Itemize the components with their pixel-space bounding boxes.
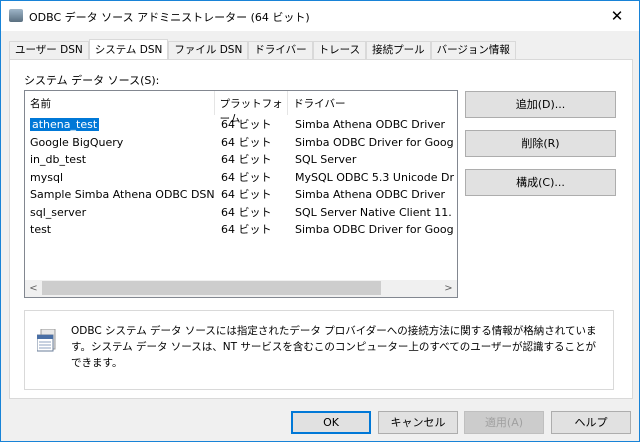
dsn-platform: 64 ビット	[216, 151, 290, 168]
column-header-platform[interactable]: プラットフォーム	[215, 91, 289, 125]
tab-system-dsn[interactable]: システム DSN	[88, 39, 169, 60]
tab-tracing[interactable]: トレース	[312, 41, 367, 60]
close-button[interactable]: ✕	[595, 1, 639, 31]
dsn-driver: Simba Athena ODBC Driver	[290, 186, 457, 203]
dsn-platform: 64 ビット	[216, 169, 290, 186]
dsn-name: mysql	[25, 169, 216, 186]
dsn-driver: Simba ODBC Driver for Goog	[290, 221, 457, 238]
list-header: 名前 プラットフォーム ドライバー	[25, 91, 457, 125]
dsn-driver-text: Simba Athena ODBC Driver	[295, 118, 446, 131]
data-source-icon	[37, 329, 56, 352]
dsn-driver-text: SQL Server	[295, 153, 357, 166]
dsn-driver: MySQL ODBC 5.3 Unicode Dr	[290, 169, 457, 186]
dsn-driver: SQL Server	[290, 151, 457, 168]
scroll-left-icon[interactable]: <	[25, 280, 42, 297]
dsn-platform: 64 ビット	[216, 221, 290, 238]
dsn-name-text: test	[30, 223, 52, 236]
dsn-name-text: Sample Simba Athena ODBC DSN	[30, 188, 215, 201]
add-button[interactable]: 追加(D)...	[465, 91, 616, 118]
remove-button[interactable]: 削除(R)	[465, 130, 616, 157]
dsn-name: test	[25, 221, 216, 238]
help-button[interactable]: ヘルプ	[551, 411, 631, 434]
scroll-right-icon[interactable]: >	[440, 280, 457, 297]
dsn-driver-text: MySQL ODBC 5.3 Unicode Dr	[295, 170, 455, 184]
dsn-name: sql_server	[25, 204, 216, 221]
info-box: ODBC システム データ ソースには指定されたデータ プロバイダーへの接続方法…	[24, 310, 614, 390]
horizontal-scrollbar[interactable]: < >	[25, 280, 457, 297]
dsn-platform-text: 64 ビット	[221, 205, 272, 219]
dsn-driver-text: SQL Server Native Client 11.	[295, 205, 452, 219]
dsn-platform: 64 ビット	[216, 204, 290, 221]
system-data-sources-label: システム データ ソース(S):	[24, 74, 160, 87]
info-text: ODBC システム データ ソースには指定されたデータ プロバイダーへの接続方法…	[71, 325, 597, 369]
dsn-row[interactable]: test 64 ビット Simba ODBC Driver for Goog	[25, 221, 457, 238]
dsn-driver-text: Simba ODBC Driver for Goog	[295, 135, 454, 149]
scrollbar-thumb[interactable]	[42, 281, 381, 295]
ok-button[interactable]: OK	[291, 411, 371, 434]
column-header-driver[interactable]: ドライバー	[288, 91, 457, 115]
tab-strip: ユーザー DSN システム DSN ファイル DSN ドライバー トレース 接続…	[9, 39, 516, 60]
dsn-platform-text: 64 ビット	[221, 170, 272, 184]
dsn-row[interactable]: sql_server 64 ビット SQL Server Native Client…	[25, 204, 457, 221]
column-header-name[interactable]: 名前	[25, 91, 215, 115]
dsn-platform: 64 ビット	[216, 134, 290, 151]
dsn-platform-text: 64 ビット	[221, 118, 272, 131]
dsn-platform-text: 64 ビット	[221, 188, 272, 201]
dsn-name: Sample Simba Athena ODBC DSN	[25, 186, 216, 203]
dsn-name-text: athena_test	[30, 118, 100, 131]
dsn-row[interactable]: Sample Simba Athena ODBC DSN 64 ビット Simba …	[25, 186, 457, 203]
dsn-platform-text: 64 ビット	[221, 153, 272, 166]
title-bar: ODBC データ ソース アドミニストレーター (64 ビット) ✕	[1, 1, 639, 31]
odbc-app-icon	[9, 9, 23, 22]
dsn-row[interactable]: Google BigQuery 64 ビット Simba ODBC Driver f…	[25, 134, 457, 151]
cancel-button[interactable]: キャンセル	[378, 411, 458, 434]
dsn-name: athena_test	[25, 116, 216, 133]
dsn-row[interactable]: athena_test 64 ビット Simba Athena ODBC Drive…	[25, 116, 457, 133]
dsn-driver-text: Simba ODBC Driver for Goog	[295, 223, 454, 236]
dsn-name-text: Google BigQuery	[30, 135, 124, 149]
dsn-platform-text: 64 ビット	[221, 135, 272, 149]
odbc-admin-window: ODBC データ ソース アドミニストレーター (64 ビット) ✕ ユーザー …	[0, 0, 640, 442]
dsn-driver: Simba Athena ODBC Driver	[290, 116, 457, 133]
dsn-platform: 64 ビット	[216, 186, 290, 203]
dsn-driver: Simba ODBC Driver for Goog	[290, 134, 457, 151]
dsn-row[interactable]: in_db_test 64 ビット SQL Server	[25, 151, 457, 168]
window-title: ODBC データ ソース アドミニストレーター (64 ビット)	[29, 11, 310, 24]
dsn-name: Google BigQuery	[25, 134, 216, 151]
tab-user-dsn[interactable]: ユーザー DSN	[9, 41, 89, 60]
dsn-name: in_db_test	[25, 151, 216, 168]
dsn-name-text: in_db_test	[30, 153, 87, 166]
dsn-row[interactable]: mysql 64 ビット MySQL ODBC 5.3 Unicode Dr	[25, 169, 457, 186]
apply-button: 適用(A)	[464, 411, 544, 434]
dsn-platform-text: 64 ビット	[221, 223, 272, 236]
tab-connection-pooling[interactable]: 接続プール	[366, 41, 431, 60]
dsn-driver: SQL Server Native Client 11.	[290, 204, 457, 221]
tab-drivers[interactable]: ドライバー	[248, 41, 313, 60]
dsn-platform: 64 ビット	[216, 116, 290, 133]
tab-about[interactable]: バージョン情報	[430, 41, 516, 60]
system-dsn-panel: システム データ ソース(S): 名前 プラットフォーム ドライバー athen…	[9, 59, 633, 399]
configure-button[interactable]: 構成(C)...	[465, 169, 616, 196]
dsn-driver-text: Simba Athena ODBC Driver	[295, 188, 446, 201]
dsn-list[interactable]: 名前 プラットフォーム ドライバー athena_test 64 ビット Simba…	[24, 90, 458, 298]
dsn-name-text: sql_server	[30, 205, 87, 219]
tab-file-dsn[interactable]: ファイル DSN	[168, 41, 249, 60]
dsn-name-text: mysql	[30, 170, 63, 184]
